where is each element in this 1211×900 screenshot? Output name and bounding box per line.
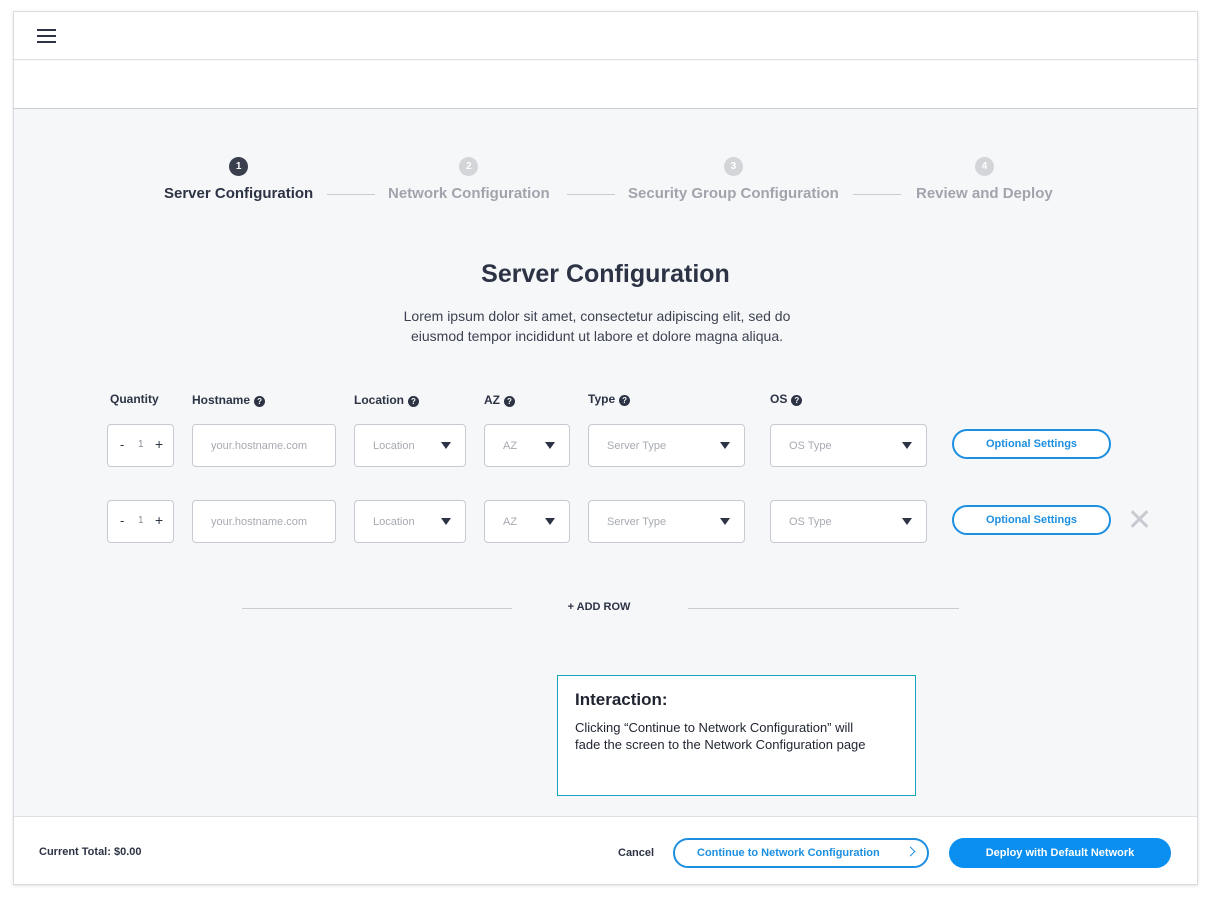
footer-bar: Current Total: $0.00 Cancel Continue to … [14, 816, 1197, 884]
help-icon[interactable]: ? [254, 396, 266, 407]
page-description: Lorem ipsum dolor sit amet, consectetur … [403, 308, 791, 344]
continue-button[interactable]: Continue to Network Configuration [673, 838, 929, 868]
caret-down-icon [720, 518, 730, 525]
step-review-and-deploy[interactable]: 4 Review and Deploy [916, 157, 1053, 202]
location-select[interactable]: Location [354, 424, 466, 467]
step-divider [567, 194, 615, 195]
column-header-az: AZ? [484, 393, 515, 407]
help-icon[interactable]: ? [408, 396, 419, 407]
hostname-input[interactable] [193, 501, 335, 542]
hamburger-icon[interactable] [37, 29, 56, 43]
az-select-value: AZ [503, 440, 518, 452]
column-header-os: OS? [770, 392, 803, 406]
sub-header [14, 61, 1197, 109]
close-icon[interactable] [1129, 509, 1149, 529]
add-row-divider [242, 608, 512, 609]
hostname-field [192, 424, 336, 467]
step-number: 2 [459, 157, 479, 176]
interaction-note: Interaction: Clicking “Continue to Netwo… [557, 675, 916, 796]
top-bar [14, 12, 1197, 60]
caret-down-icon [545, 518, 555, 525]
step-number: 1 [229, 157, 249, 176]
server-type-select[interactable]: Server Type [588, 424, 745, 467]
quantity-decrement-button[interactable]: - [120, 513, 124, 528]
quantity-decrement-button[interactable]: - [120, 437, 124, 452]
interaction-note-heading: Interaction: [575, 690, 668, 709]
az-select-value: AZ [503, 516, 518, 528]
caret-down-icon [902, 518, 912, 525]
step-label: Review and Deploy [916, 185, 1053, 202]
server-type-select[interactable]: Server Type [588, 500, 745, 543]
os-type-select[interactable]: OS Type [770, 500, 927, 543]
step-server-configuration[interactable]: 1 Server Configuration [164, 157, 313, 202]
optional-settings-button[interactable]: Optional Settings [952, 429, 1111, 459]
deploy-default-network-button[interactable]: Deploy with Default Network [949, 838, 1171, 868]
caret-down-icon [441, 442, 451, 449]
quantity-value[interactable]: 1 [138, 439, 144, 450]
column-header-location: Location? [354, 393, 419, 407]
continue-button-label: Continue to Network Configuration [697, 847, 880, 859]
hostname-field [192, 500, 336, 543]
add-row-button[interactable]: + ADD ROW [554, 601, 644, 613]
help-icon[interactable]: ? [791, 395, 803, 406]
quantity-stepper: - 1 + [107, 424, 174, 467]
step-security-group-configuration[interactable]: 3 Security Group Configuration [628, 157, 839, 202]
hostname-input[interactable] [193, 425, 335, 466]
server-type-select-value: Server Type [607, 516, 667, 528]
location-select-value: Location [373, 516, 415, 528]
step-number: 4 [974, 157, 994, 176]
quantity-increment-button[interactable]: + [155, 436, 163, 452]
column-header-hostname: Hostname? [192, 393, 266, 407]
location-select[interactable]: Location [354, 500, 466, 543]
help-icon[interactable]: ? [504, 396, 515, 407]
location-select-value: Location [373, 440, 415, 452]
page-title: Server Configuration [481, 260, 730, 288]
add-row-divider [688, 608, 959, 609]
step-divider [327, 194, 375, 195]
os-type-select-value: OS Type [789, 516, 832, 528]
interaction-note-body: Clicking “Continue to Network Configurat… [575, 720, 866, 752]
cancel-button[interactable]: Cancel [618, 847, 654, 859]
server-row: - 1 + Location AZ Server Type OS Type Op… [14, 424, 1197, 468]
step-network-configuration[interactable]: 2 Network Configuration [388, 157, 550, 202]
step-number: 3 [723, 157, 743, 176]
column-header-quantity: Quantity [110, 392, 159, 406]
os-type-select[interactable]: OS Type [770, 424, 927, 467]
az-select[interactable]: AZ [484, 424, 570, 467]
caret-down-icon [720, 442, 730, 449]
quantity-value[interactable]: 1 [138, 515, 144, 526]
app-window: 1 Server Configuration 2 Network Configu… [13, 11, 1198, 885]
caret-down-icon [441, 518, 451, 525]
step-divider [853, 194, 901, 195]
caret-down-icon [902, 442, 912, 449]
chevron-right-icon [905, 846, 916, 857]
server-type-select-value: Server Type [607, 440, 667, 452]
step-label: Network Configuration [388, 185, 550, 202]
optional-settings-button[interactable]: Optional Settings [952, 505, 1111, 535]
step-label: Server Configuration [164, 185, 314, 202]
current-total: Current Total: $0.00 [39, 846, 142, 858]
az-select[interactable]: AZ [484, 500, 570, 543]
column-header-type: Type? [588, 392, 631, 406]
quantity-increment-button[interactable]: + [155, 512, 163, 528]
os-type-select-value: OS Type [789, 440, 832, 452]
quantity-stepper: - 1 + [107, 500, 174, 543]
caret-down-icon [545, 442, 555, 449]
server-row: - 1 + Location AZ Server Type OS Type Op… [14, 500, 1197, 544]
step-label: Security Group Configuration [628, 185, 839, 202]
wizard-stepper: 1 Server Configuration 2 Network Configu… [14, 157, 1197, 207]
help-icon[interactable]: ? [619, 395, 631, 406]
